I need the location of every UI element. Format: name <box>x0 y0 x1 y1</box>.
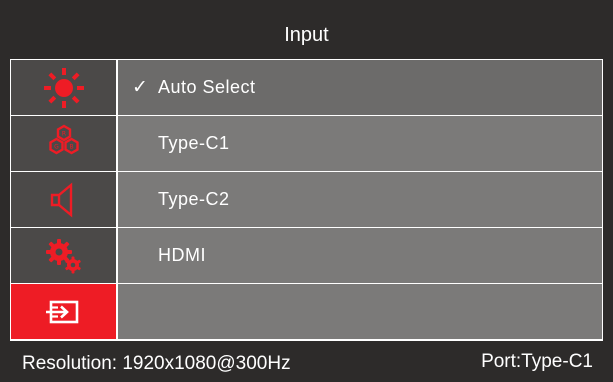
sidebar-item-color[interactable]: R G B <box>11 116 116 171</box>
sidebar: R G B <box>11 60 116 340</box>
svg-text:B: B <box>69 143 73 150</box>
status-bar: Resolution: 1920x1080@300Hz Port:Type-C1 <box>0 341 613 382</box>
resolution-readout: Resolution: 1920x1080@300Hz <box>22 353 291 374</box>
svg-text:R: R <box>61 130 65 137</box>
menu-panel: R G B ✓ Auto Select Type-C1 Type-C2 HDMI <box>10 59 603 341</box>
option-label: Auto Select <box>158 77 256 97</box>
audio-icon <box>50 181 72 218</box>
brightness-icon <box>43 67 84 108</box>
color-icon: R G B <box>48 124 79 154</box>
option-hdmi[interactable]: HDMI <box>118 228 602 283</box>
option-label: Type-C2 <box>158 189 230 209</box>
sidebar-item-settings[interactable] <box>11 228 116 283</box>
option-empty <box>118 284 602 339</box>
osd-menu: Input R G B ✓ Auto Select Type-C1 Type-C… <box>0 0 613 382</box>
option-type-c2[interactable]: Type-C2 <box>118 172 602 227</box>
settings-icon <box>45 238 81 273</box>
svg-text:G: G <box>54 143 59 150</box>
sidebar-item-input[interactable] <box>11 284 116 339</box>
option-type-c1[interactable]: Type-C1 <box>118 116 602 171</box>
option-label: HDMI <box>158 245 206 265</box>
option-auto-select[interactable]: ✓ Auto Select <box>118 60 602 115</box>
checkmark-icon: ✓ <box>132 77 149 98</box>
input-source-icon <box>45 300 78 323</box>
port-readout: Port:Type-C1 <box>481 351 593 372</box>
option-label: Type-C1 <box>158 133 230 153</box>
menu-title: Input <box>10 12 603 59</box>
sidebar-item-brightness[interactable] <box>11 60 116 115</box>
sidebar-item-audio[interactable] <box>11 172 116 227</box>
input-options: ✓ Auto Select Type-C1 Type-C2 HDMI <box>118 60 602 340</box>
